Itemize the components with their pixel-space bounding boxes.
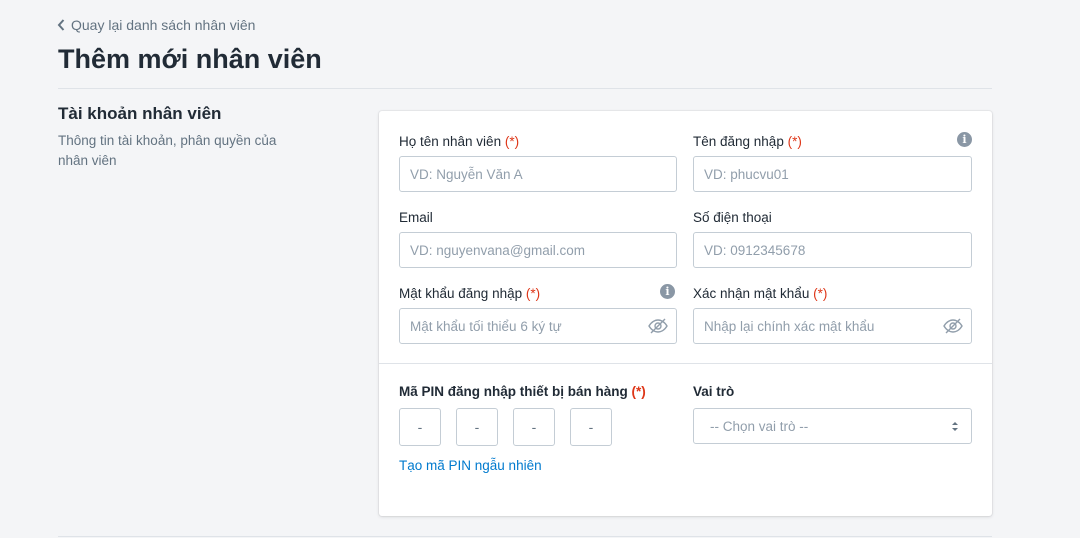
role-select[interactable]: -- Chọn vai trò -- (693, 408, 972, 444)
footer-divider (58, 536, 992, 537)
section-title: Tài khoản nhân viên (58, 104, 222, 123)
header-divider (58, 88, 992, 89)
email-placeholder: VD: nguyenvana@gmail.com (410, 242, 586, 258)
required-marker: (*) (813, 286, 828, 301)
email-field: Email VD: nguyenvana@gmail.com (399, 208, 677, 268)
phone-field: Số điện thoại VD: 0912345678 (693, 208, 972, 268)
email-label: Email (399, 210, 433, 225)
eye-slash-icon[interactable] (943, 318, 963, 334)
fullname-field: Họ tên nhân viên (*) VD: Nguyễn Văn A (399, 132, 677, 192)
chevron-left-icon (57, 19, 65, 31)
username-field: Tên đăng nhập (*) i VD: phucvu01 (693, 132, 972, 192)
required-marker: (*) (504, 134, 520, 149)
phone-label: Số điện thoại (693, 210, 772, 225)
back-to-list-link[interactable]: Quay lại danh sách nhân viên (57, 17, 255, 33)
username-input[interactable]: VD: phucvu01 (693, 156, 972, 192)
pin-digit-4[interactable]: - (570, 408, 612, 446)
fullname-placeholder: VD: Nguyễn Văn A (410, 166, 523, 182)
confirm-password-label: Xác nhận mật khẩu (*) (693, 286, 828, 301)
eye-slash-icon[interactable] (648, 318, 668, 334)
select-arrows-icon (952, 422, 958, 431)
confirm-password-field: Xác nhận mật khẩu (*) Nhập lại chính xác… (693, 284, 972, 344)
role-label: Vai trò (693, 384, 735, 399)
section-description: Thông tin tài khoản, phân quyền của nhân… (58, 133, 277, 168)
phone-placeholder: VD: 0912345678 (704, 242, 806, 258)
pin-digit-1[interactable]: - (399, 408, 441, 446)
generate-random-pin-link[interactable]: Tạo mã PIN ngẫu nhiên (399, 458, 542, 473)
password-input[interactable]: Mật khẩu tối thiểu 6 ký tự (399, 308, 677, 344)
required-marker: (*) (787, 134, 802, 149)
page-title: Thêm mới nhân viên (58, 44, 322, 74)
back-link-label[interactable]: Quay lại danh sách nhân viên (71, 17, 255, 33)
fullname-label: Họ tên nhân viên (*) (399, 134, 520, 149)
info-icon[interactable]: i (660, 284, 675, 299)
confirm-password-placeholder: Nhập lại chính xác mật khẩu (704, 318, 875, 334)
pin-digit-2[interactable]: - (456, 408, 498, 446)
required-marker: (*) (525, 286, 541, 301)
pin-digit-3[interactable]: - (513, 408, 555, 446)
confirm-password-input[interactable]: Nhập lại chính xác mật khẩu (693, 308, 972, 344)
phone-input[interactable]: VD: 0912345678 (693, 232, 972, 268)
username-placeholder: VD: phucvu01 (704, 166, 789, 182)
required-marker: (*) (631, 384, 646, 399)
username-label: Tên đăng nhập (*) (693, 134, 802, 149)
account-form-card: Họ tên nhân viên (*) VD: Nguyễn Văn A Tê… (379, 111, 992, 516)
password-field: Mật khẩu đăng nhập (*) i Mật khẩu tối th… (399, 284, 677, 344)
email-input[interactable]: VD: nguyenvana@gmail.com (399, 232, 677, 268)
info-icon[interactable]: i (957, 132, 972, 147)
password-label: Mật khẩu đăng nhập (*) (399, 286, 541, 301)
card-divider (379, 363, 992, 364)
fullname-input[interactable]: VD: Nguyễn Văn A (399, 156, 677, 192)
role-selected-value: -- Chọn vai trò -- (710, 418, 809, 434)
password-placeholder: Mật khẩu tối thiểu 6 ký tự (410, 318, 562, 334)
pin-label: Mã PIN đăng nhập thiết bị bán hàng (*) (399, 384, 646, 399)
